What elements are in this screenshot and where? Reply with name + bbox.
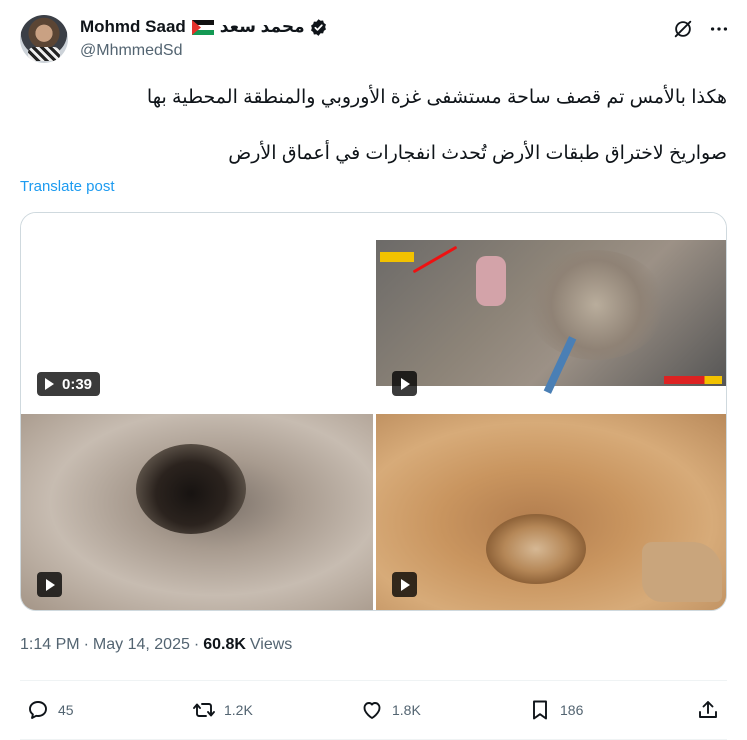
like-count: 1.8K xyxy=(392,702,421,718)
views-count: 60.8K xyxy=(203,636,246,653)
repost-count: 1.2K xyxy=(224,702,253,718)
more-icon[interactable] xyxy=(708,18,730,40)
bookmark-icon xyxy=(533,700,547,720)
meta-separator: · xyxy=(83,636,89,653)
media-video-2[interactable] xyxy=(376,213,726,411)
media-video-4[interactable] xyxy=(376,414,726,610)
thumbnail-person xyxy=(476,256,506,306)
video-duration-badge: 0:39 xyxy=(37,372,101,396)
thumbnail-crater xyxy=(136,444,246,534)
thumbnail-crater xyxy=(486,514,586,584)
media-video-3[interactable] xyxy=(21,414,373,610)
repost-button[interactable]: 1.2K xyxy=(192,694,253,726)
video-thumbnail-explosion xyxy=(376,240,726,394)
share-icon xyxy=(699,701,717,718)
avatar[interactable] xyxy=(20,15,68,63)
play-icon xyxy=(401,578,410,591)
divider xyxy=(20,680,727,681)
like-button[interactable]: 1.8K xyxy=(360,694,421,726)
play-button[interactable] xyxy=(392,371,417,396)
post-time[interactable]: 1:14 PM xyxy=(20,636,80,654)
media-video-1[interactable]: 0:39 xyxy=(21,213,373,411)
thumbnail-red-mark xyxy=(412,245,458,274)
media-grid: 0:39 xyxy=(20,212,727,611)
translate-post-link[interactable]: Translate post xyxy=(20,178,115,195)
palestine-flag-icon xyxy=(191,19,214,35)
repost-icon xyxy=(193,703,215,717)
share-button[interactable] xyxy=(696,694,720,726)
thumbnail-rock xyxy=(642,542,722,602)
bookmark-button[interactable]: 186 xyxy=(528,694,583,726)
play-icon xyxy=(46,578,55,591)
play-button[interactable] xyxy=(392,572,417,597)
thumbnail-blast xyxy=(526,250,666,360)
author-name[interactable]: Mohmd Saad xyxy=(80,17,186,37)
tweet-header: Mohmd Saad محمد سعد @MhmmedSd xyxy=(20,12,730,64)
thumbnail-lower-tag xyxy=(664,376,722,384)
play-icon xyxy=(45,378,54,390)
play-button[interactable] xyxy=(37,572,62,597)
meta-separator: · xyxy=(193,636,200,653)
reply-icon xyxy=(29,701,47,719)
reply-count: 45 xyxy=(58,702,74,718)
author-name-arabic[interactable]: محمد سعد xyxy=(220,17,305,37)
views-label: Views xyxy=(249,636,293,653)
header-icons xyxy=(672,18,730,40)
tweet-text: هكذا بالأمس تم قصف ساحة مستشفى غزة الأور… xyxy=(146,87,727,164)
reply-button[interactable]: 45 xyxy=(26,694,74,726)
thumbnail-channel-tag xyxy=(380,252,414,262)
verified-badge-icon xyxy=(309,18,328,37)
author-handle[interactable]: @MhmmedSd xyxy=(80,42,183,60)
author-name-row[interactable]: Mohmd Saad محمد سعد xyxy=(80,16,328,38)
video-duration: 0:39 xyxy=(62,375,93,393)
action-bar: 45 1.2K 1.8K 186 xyxy=(20,694,727,726)
heart-icon xyxy=(363,702,381,719)
tweet-meta: 1:14 PM · May 14, 2025 · 60.8K Views xyxy=(20,636,292,654)
post-date[interactable]: May 14, 2025 xyxy=(93,636,190,654)
grok-icon[interactable] xyxy=(672,18,694,40)
avatar-scarf xyxy=(28,47,60,61)
bookmark-count: 186 xyxy=(560,702,584,718)
play-icon xyxy=(401,377,410,390)
